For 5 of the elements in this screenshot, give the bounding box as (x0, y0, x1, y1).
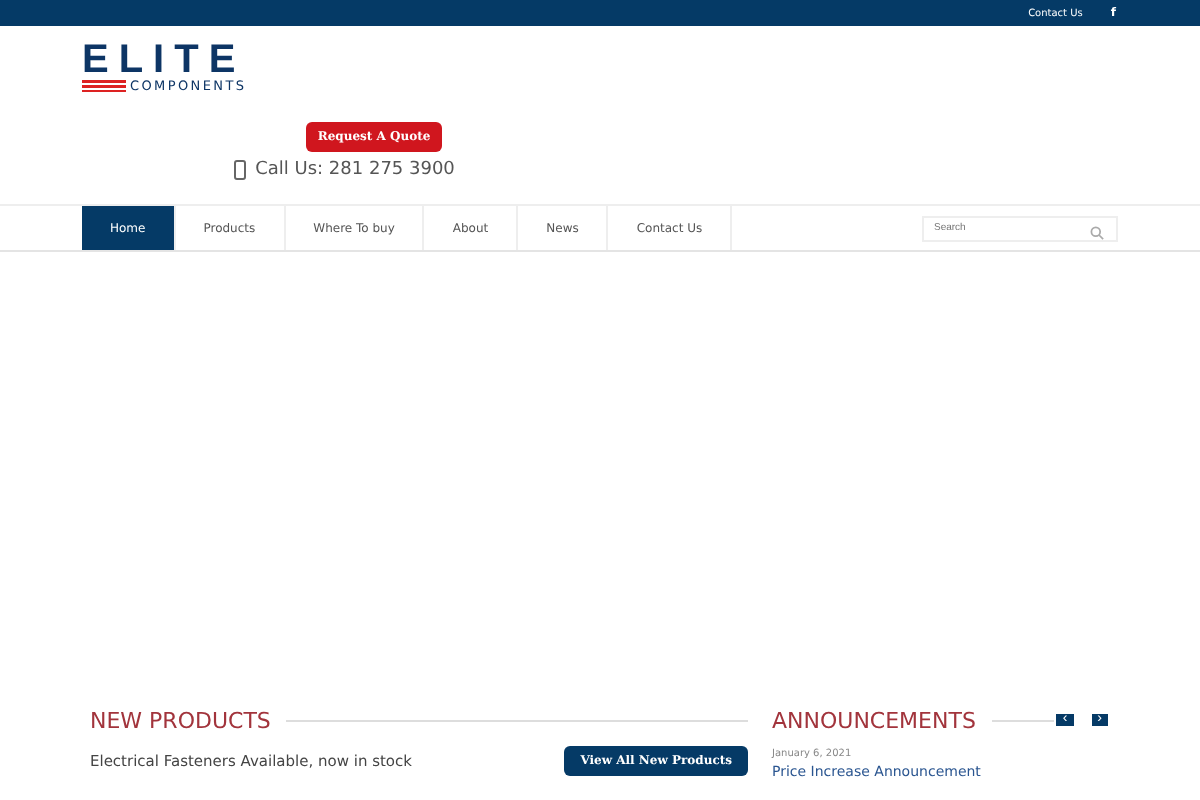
section-title: ANNOUNCEMENTS (772, 707, 976, 733)
section-title: NEW PRODUCTS (90, 707, 271, 733)
phone-number: Call Us: 281 275 3900 (255, 160, 455, 180)
phone-icon (233, 160, 246, 180)
search-icon (1090, 225, 1104, 239)
